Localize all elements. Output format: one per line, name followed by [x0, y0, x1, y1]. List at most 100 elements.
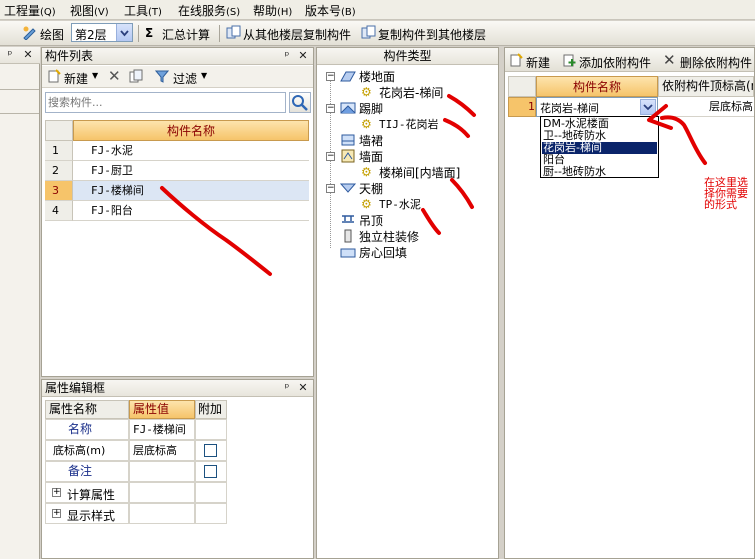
attach-checkbox[interactable] [204, 465, 217, 478]
menu-tools[interactable]: 工具(T) [124, 2, 162, 19]
new-attached-button[interactable]: 新建 [526, 54, 550, 71]
search-input[interactable] [48, 95, 282, 110]
tree-node-column-finish[interactable]: 独立柱装修 [359, 228, 419, 245]
close-icon[interactable]: ✕ [297, 50, 309, 62]
menu-help[interactable]: 帮助(H) [253, 2, 292, 19]
attached-select[interactable]: 花岗岩-梯间 [536, 97, 658, 117]
annotation-text: 在这里选 择你需要 的形式 [704, 177, 748, 210]
expand-icon[interactable]: + [52, 488, 61, 497]
tree-node-suspended-ceiling[interactable]: 吊顶 [359, 212, 383, 229]
column-header-name[interactable]: 构件名称 [536, 76, 658, 97]
prop-name: 名称 [45, 419, 129, 440]
new-icon [47, 69, 61, 83]
filter-button[interactable]: 过滤 [173, 70, 197, 87]
pin-icon[interactable]: ᵖ [281, 50, 293, 62]
collapse-toggle[interactable]: − [326, 184, 335, 193]
component-row-selected[interactable]: FJ-楼梯间 [73, 181, 309, 201]
component-row[interactable]: FJ-水泥 [73, 141, 309, 161]
menu-bar: 工程量(Q) 视图(V) 工具(T) 在线服务(S) 帮助(H) 版本号(B) [0, 0, 755, 20]
search-icon [292, 95, 308, 111]
component-gear-icon: ⚙ [361, 197, 372, 211]
suspended-ceiling-icon [340, 213, 356, 227]
component-row[interactable]: FJ-厨卫 [73, 161, 309, 181]
filter-icon [154, 69, 170, 83]
grid-corner [45, 120, 73, 141]
prop-value[interactable] [129, 461, 195, 482]
floor-select[interactable]: 第2层 [71, 23, 133, 42]
attached-toolbar: 新建 添加依附构件 ✕ 删除依附构件 [505, 48, 754, 72]
attached-height-cell[interactable]: 层底标高 [658, 97, 754, 117]
sum-calc-button[interactable]: 汇总计算 [162, 26, 210, 43]
menu-view[interactable]: 视图(V) [70, 2, 109, 19]
column-header-prop-name: 属性名称 [45, 400, 129, 419]
prop-name: 底标高(m) [45, 440, 129, 461]
collapse-toggle[interactable]: − [326, 104, 335, 113]
copy-icon[interactable] [129, 69, 143, 83]
column-header-name[interactable]: 构件名称 [73, 120, 309, 141]
draw-button[interactable]: 绘图 [40, 26, 64, 43]
prop-name: 备注 [45, 461, 129, 482]
tree-leaf[interactable]: TIJ-花岗岩 [379, 116, 439, 132]
toolbar-divider [138, 25, 139, 42]
chevron-down-icon[interactable] [116, 24, 132, 41]
copy-from-floor-icon [226, 25, 241, 40]
expand-icon[interactable]: + [52, 509, 61, 518]
prop-group-row[interactable]: + 计算属性 [45, 482, 129, 503]
dropdown-arrow-icon[interactable]: ▼ [92, 71, 98, 80]
copy-to-floor-button[interactable]: 复制构件到其他楼层 [378, 26, 486, 43]
collapse-toggle[interactable]: − [326, 72, 335, 81]
close-icon[interactable]: ✕ [297, 382, 309, 394]
tree-node-wall-surface[interactable]: 墙面 [359, 148, 383, 165]
menu-online-service[interactable]: 在线服务(S) [178, 2, 240, 19]
panel-title: 构件列表 [45, 49, 94, 63]
delete-icon[interactable]: ✕ [108, 67, 121, 85]
prop-extra-cell [195, 419, 227, 440]
toolbar: 绘图 第2层 Σ 汇总计算 从其他楼层复制构件 复制构件到其他楼层 [0, 21, 755, 46]
copy-from-floor-button[interactable]: 从其他楼层复制构件 [243, 26, 351, 43]
prop-value[interactable]: 层底标高 [129, 440, 195, 461]
add-attached-icon [562, 53, 576, 67]
dropdown-arrow-icon[interactable]: ▼ [201, 71, 207, 80]
close-icon[interactable]: ✕ [22, 49, 34, 61]
attach-checkbox[interactable] [204, 444, 217, 457]
component-row[interactable]: FJ-阳台 [73, 201, 309, 221]
tree-node-floor[interactable]: 楼地面 [359, 68, 395, 85]
collapse-toggle[interactable]: − [326, 152, 335, 161]
row-number: 4 [45, 201, 73, 221]
prop-name: 显示样式 [67, 509, 116, 523]
tree-node-ceiling[interactable]: 天棚 [359, 180, 383, 197]
pin-icon[interactable]: ᵖ [281, 382, 293, 394]
sigma-icon: Σ [145, 26, 154, 40]
search-button[interactable] [289, 92, 311, 113]
prop-value [129, 482, 195, 503]
ceiling-icon [339, 181, 357, 195]
column-header-height[interactable]: 依附构件顶标高(m [658, 76, 754, 97]
new-button[interactable]: 新建 [64, 70, 88, 87]
prop-extra-cell [195, 461, 227, 482]
dropdown-option[interactable]: 厨--地砖防水 [543, 166, 656, 178]
grid-corner [508, 76, 536, 97]
menu-quantity[interactable]: 工程量(Q) [4, 2, 56, 19]
prop-group-row[interactable]: + 显示样式 [45, 503, 129, 524]
pin-icon[interactable]: ᵖ [4, 49, 16, 61]
floor-icon [340, 69, 356, 83]
wall-surface-icon [340, 149, 356, 163]
chevron-down-icon[interactable] [640, 99, 656, 115]
tree-leaf[interactable]: TP-水泥 [379, 196, 421, 212]
column-header-prop-value: 属性值 [129, 400, 195, 419]
tree-node-backfill[interactable]: 房心回填 [359, 244, 407, 261]
dado-icon [340, 133, 356, 147]
delete-attached-button[interactable]: 删除依附构件 [680, 54, 752, 71]
component-type-panel: 构件类型 − 楼地面 ⚙ 花岗岩-梯间 − 踢脚 ⚙ TIJ-花岗岩 墙裙 − … [316, 47, 499, 559]
property-grid: 属性名称 属性值 附加 名称 FJ-楼梯间 底标高(m) 层底标高 备注 + 计… [45, 400, 227, 540]
menu-version[interactable]: 版本号(B) [305, 2, 356, 19]
tree-node-skirting[interactable]: 踢脚 [359, 100, 383, 117]
row-number: 1 [45, 141, 73, 161]
add-attached-button[interactable]: 添加依附构件 [579, 54, 651, 71]
tree-leaf[interactable]: 楼梯间[内墙面] [379, 164, 460, 181]
prop-value[interactable]: FJ-楼梯间 [129, 419, 195, 440]
tree-node-dado[interactable]: 墙裙 [359, 132, 383, 149]
attached-component-panel: 新建 添加依附构件 ✕ 删除依附构件 构件名称 依附构件顶标高(m 1 花岗岩-… [504, 47, 755, 559]
tree-leaf[interactable]: 花岗岩-梯间 [379, 84, 443, 101]
component-list-toolbar: 新建 ▼ ✕ 过滤 ▼ [42, 66, 313, 88]
